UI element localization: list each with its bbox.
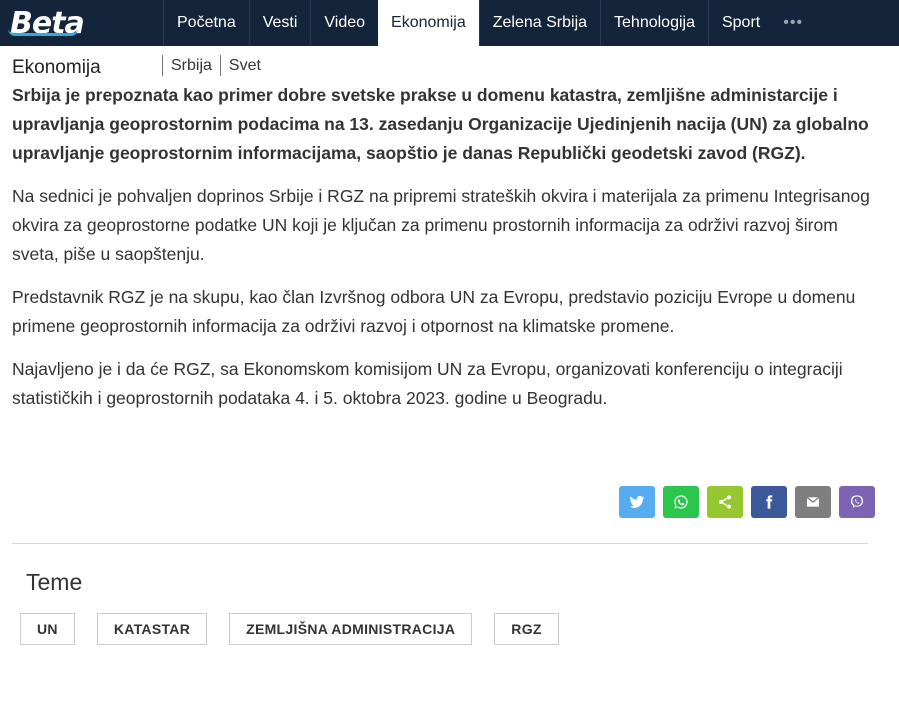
section-title: Ekonomija [12, 57, 101, 78]
share-buttons [619, 486, 883, 518]
nav-item-sport[interactable]: Sport [707, 0, 773, 46]
nav-item-tehnologija[interactable]: Tehnologija [600, 0, 708, 46]
tag-rgz[interactable]: RGZ [494, 613, 559, 645]
nav-item-video[interactable]: Video [310, 0, 378, 46]
share-icon [719, 495, 731, 509]
twitter-icon [629, 495, 645, 508]
site-logo[interactable]: Beta [0, 0, 163, 46]
generic-share-button[interactable] [707, 486, 743, 518]
sublink-svet[interactable]: Svet [219, 55, 269, 76]
viber-share-button[interactable] [839, 486, 875, 518]
section-sublinks: Srbija Svet [162, 55, 269, 76]
section-subheader: Ekonomija Srbija Svet [0, 46, 899, 84]
article-body: Srbija je prepoznata kao primer dobre sv… [12, 81, 874, 427]
tag-un[interactable]: UN [20, 613, 75, 645]
twitter-share-button[interactable] [619, 486, 655, 518]
nav-item-zelena-srbija[interactable]: Zelena Srbija [478, 0, 600, 46]
nav-item-pocetna[interactable]: Početna [163, 0, 249, 46]
viber-icon [851, 495, 863, 508]
whatsapp-share-button[interactable] [663, 486, 699, 518]
article-paragraph: Predstavnik RGZ je na skupu, kao član Iz… [12, 287, 856, 336]
section-divider [12, 543, 868, 544]
article-lead: Srbija je prepoznata kao primer dobre sv… [12, 85, 869, 163]
email-share-button[interactable] [795, 486, 831, 518]
logo-swoosh [8, 29, 78, 36]
email-icon [806, 496, 820, 507]
main-nav: Početna Vesti Video Ekonomija Zelena Srb… [163, 0, 813, 46]
whatsapp-icon [674, 495, 688, 509]
facebook-icon [766, 495, 773, 509]
topic-tags: UN KATASTAR ZEMLJIŠNA ADMINISTRACIJA RGZ [20, 613, 581, 645]
nav-item-vesti[interactable]: Vesti [248, 0, 311, 46]
sublink-srbija[interactable]: Srbija [162, 55, 220, 76]
facebook-share-button[interactable] [751, 486, 787, 518]
top-navigation-bar: Beta Početna Vesti Video Ekonomija Zelen… [0, 0, 899, 46]
nav-item-ekonomija[interactable]: Ekonomija [378, 0, 479, 46]
tag-zemljisna-administracija[interactable]: ZEMLJIŠNA ADMINISTRACIJA [229, 613, 473, 645]
tag-katastar[interactable]: KATASTAR [96, 613, 208, 645]
article-paragraph: Najavljeno je i da će RGZ, sa Ekonomskom… [12, 359, 843, 408]
topics-title: Teme [26, 569, 83, 595]
more-menu-icon[interactable]: ••• [773, 0, 813, 46]
article-paragraph: Na sednici je pohvaljen doprinos Srbije … [12, 186, 870, 264]
